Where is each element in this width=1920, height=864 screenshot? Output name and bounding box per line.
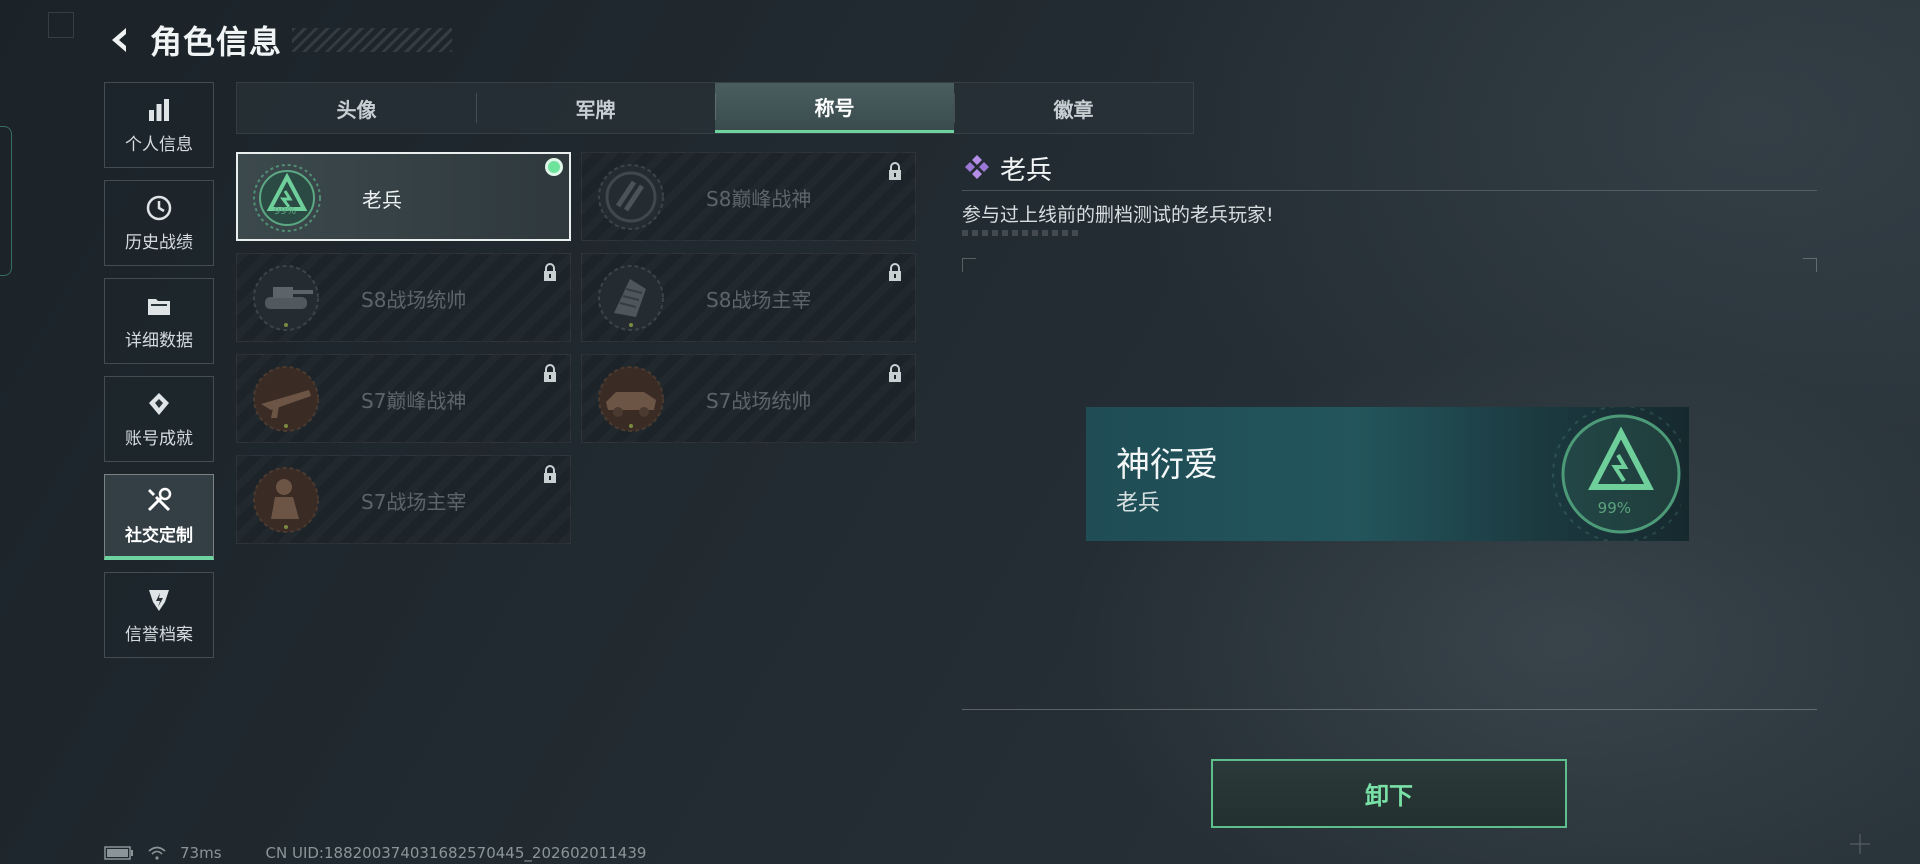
equipped-indicator: [545, 158, 563, 176]
divider: [962, 190, 1817, 191]
lock-icon: [889, 364, 901, 382]
ping-readout: 73ms: [180, 844, 222, 862]
page-title: 角色信息: [150, 23, 283, 61]
shield-icon: [149, 589, 169, 611]
sidebar-item-achievements[interactable]: 账号成就: [104, 376, 214, 462]
title-card-s8-peak-warlord[interactable]: S8巅峰战神: [581, 152, 916, 241]
sidebar-item-details[interactable]: 详细数据: [104, 278, 214, 364]
edge-drawer-handle[interactable]: [0, 126, 12, 276]
tank-emblem-icon: [253, 265, 319, 331]
folder-icon: [148, 298, 170, 315]
sidebar-item-reputation[interactable]: 信誉档案: [104, 572, 214, 658]
achievement-icon: [149, 392, 169, 415]
sidebar-item-profile[interactable]: 个人信息: [104, 82, 214, 168]
crosshair-decoration: [1850, 834, 1870, 854]
wifi-icon: [148, 846, 166, 860]
title-card-s7-battlefield-dominator[interactable]: S7战场主宰: [236, 455, 571, 544]
title-card-name: S8战场主宰: [706, 288, 812, 312]
preview-title: 老兵: [1116, 491, 1161, 516]
sidebar-item-social[interactable]: 社交定制: [104, 474, 214, 560]
sidebar-item-label: 账号成就: [125, 428, 193, 449]
rifle-emblem-icon: [253, 366, 319, 432]
preview-emblem-percent: 99%: [1597, 499, 1631, 517]
nameplate-preview: 神衍爱 老兵 99%: [1086, 407, 1689, 541]
sidebar-item-label: 社交定制: [125, 526, 193, 546]
bar-chart-icon: [149, 98, 169, 121]
corner-square-decoration: [48, 12, 74, 38]
battery-icon: [104, 846, 133, 860]
preview-player-name: 神衍爱: [1116, 445, 1218, 485]
lock-icon: [544, 465, 556, 483]
title-card-name: S7巅峰战神: [361, 389, 467, 413]
emblem-percent: 99%: [273, 206, 297, 217]
sidebar-item-history[interactable]: 历史战绩: [104, 180, 214, 266]
tools-icon: [147, 487, 172, 512]
lock-icon: [889, 162, 901, 180]
lock-icon: [544, 263, 556, 281]
title-card-name: S7战场统帅: [706, 389, 812, 413]
title-stripes-decoration: [292, 28, 453, 52]
detail-description: 参与过上线前的删档测试的老兵玩家!: [962, 204, 1274, 226]
title-card-s8-battlefield-commander[interactable]: S8战场统帅: [236, 253, 571, 342]
title-card-veteran[interactable]: 99% 老兵: [236, 152, 571, 241]
vehicle-emblem-icon: [598, 366, 664, 432]
back-button[interactable]: [104, 23, 138, 57]
s8-peak-emblem-icon: [598, 164, 664, 230]
page-header: 角色信息: [104, 18, 453, 62]
title-card-name: S7战场主宰: [361, 490, 467, 514]
tab-dogtag[interactable]: 军牌: [476, 83, 715, 133]
description-dash-decoration: [962, 230, 1082, 236]
title-card-s7-battlefield-commander[interactable]: S7战场统帅: [581, 354, 916, 443]
sidebar-item-label: 详细数据: [125, 330, 193, 351]
sidebar: 个人信息 历史战绩 详细数据 账号成就 社交定制 信誉档案: [104, 82, 214, 670]
lock-icon: [889, 263, 901, 281]
sidebar-item-label: 信誉档案: [125, 624, 193, 645]
sidebar-item-label: 历史战绩: [125, 232, 193, 253]
title-card-s8-battlefield-dominator[interactable]: S8战场主宰: [581, 253, 916, 342]
lock-icon: [544, 364, 556, 382]
tab-badge[interactable]: 徽章: [954, 83, 1193, 133]
detail-title: 老兵: [1000, 155, 1053, 186]
title-card-s7-peak-warlord[interactable]: S7巅峰战神: [236, 354, 571, 443]
tab-avatar[interactable]: 头像: [237, 83, 476, 133]
building-emblem-icon: [598, 265, 664, 331]
category-tabs: 头像 军牌 称号 徽章: [236, 82, 1194, 134]
diamond-cluster-icon: [965, 155, 989, 179]
title-card-name: 老兵: [362, 188, 402, 212]
status-bar: 73ms CN UID:188200374031682570445_202602…: [104, 844, 646, 862]
tab-title[interactable]: 称号: [715, 83, 954, 133]
title-card-name: S8战场统帅: [361, 288, 467, 312]
veteran-emblem-icon: [1552, 407, 1681, 541]
back-arrow-icon: [112, 28, 126, 52]
uid-readout: CN UID:188200374031682570445_20260201143…: [265, 844, 647, 862]
veteran-emblem-icon: [253, 164, 321, 232]
soldier-emblem-icon: [253, 467, 319, 533]
title-detail-panel: 老兵 参与过上线前的删档测试的老兵玩家!: [962, 150, 1817, 236]
sidebar-item-label: 个人信息: [125, 134, 193, 155]
history-icon: [146, 195, 172, 220]
title-card-name: S8巅峰战神: [706, 187, 812, 211]
unequip-button[interactable]: 卸下: [1211, 759, 1567, 828]
